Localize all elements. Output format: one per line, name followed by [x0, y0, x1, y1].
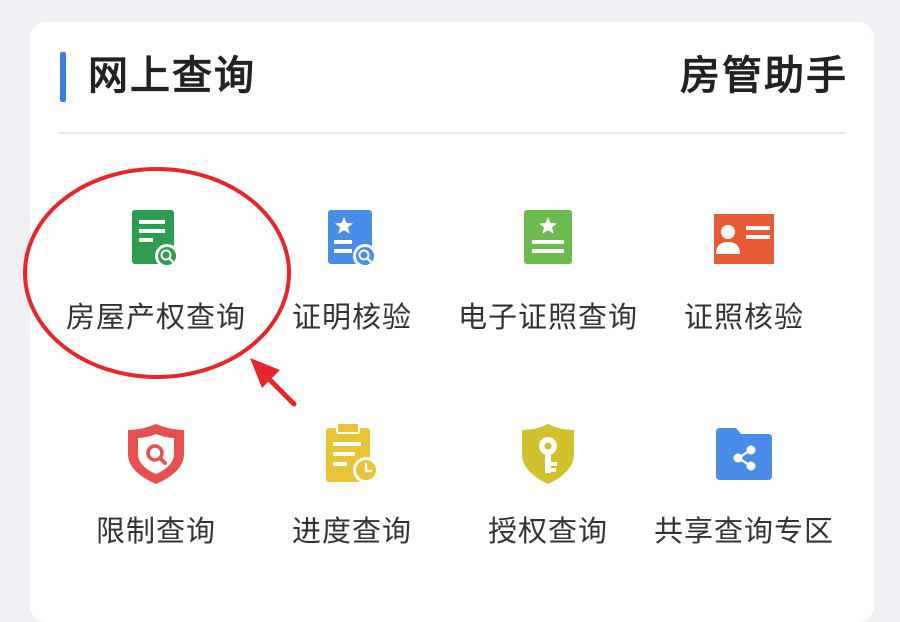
grid-item-property-rights-query[interactable]: 房屋产权查询: [58, 208, 254, 398]
section-title: 网上查询: [88, 53, 256, 99]
shared-folder-icon: [716, 428, 772, 480]
grid-item-certificate-verification[interactable]: 证明核验: [254, 208, 450, 398]
grid-item-authorization-query[interactable]: 授权查询: [450, 422, 646, 612]
grid-item-label: 电子证照查询: [457, 300, 638, 334]
grid-item-label: 限制查询: [95, 514, 216, 548]
online-query-card: 网上查询 房管助手 房屋产权查询 证明核验 电子证照查询 证照核验 限制查询 进…: [30, 22, 874, 622]
grid-item-label: 证明核验: [291, 300, 412, 334]
grid-item-label: 进度查询: [291, 514, 412, 548]
grid-item-label: 共享查询专区: [653, 514, 834, 548]
grid-item-label: 证照核验: [683, 300, 804, 334]
grid-item-restriction-query[interactable]: 限制查询: [58, 422, 254, 612]
certificate-verify-icon: [328, 210, 377, 268]
document-search-icon: [132, 210, 179, 268]
header-divider: [58, 132, 846, 134]
id-card-icon: [714, 214, 774, 264]
clipboard-clock-icon: [326, 422, 379, 483]
e-license-icon: [524, 210, 572, 264]
housing-helper-link[interactable]: 房管助手: [680, 48, 848, 104]
grid-item-shared-query-zone[interactable]: 共享查询专区: [646, 422, 842, 612]
title-accent-bar: [60, 52, 66, 102]
grid-item-progress-query[interactable]: 进度查询: [254, 422, 450, 612]
shield-search-icon: [128, 424, 184, 484]
grid-item-e-license-query[interactable]: 电子证照查询: [450, 208, 646, 398]
shield-key-icon: [522, 424, 574, 484]
grid-item-label: 授权查询: [487, 514, 608, 548]
card-header: 网上查询 房管助手: [30, 22, 874, 134]
grid-item-license-verification[interactable]: 证照核验: [646, 208, 842, 398]
grid-item-label: 房屋产权查询: [65, 300, 246, 334]
